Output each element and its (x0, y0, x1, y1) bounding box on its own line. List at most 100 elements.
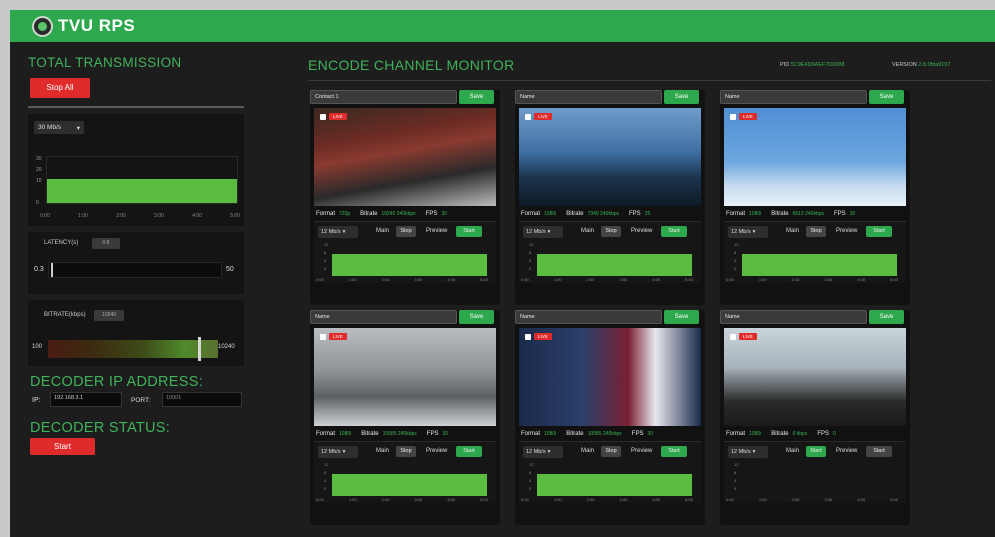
chevron-down-icon: ▾ (342, 229, 346, 235)
save-button[interactable]: Save (459, 90, 494, 104)
rate-select-value: 12 Mb/s (526, 229, 546, 235)
bitrate-panel: BITRATE(kbps) 10240 100 10240 (28, 300, 244, 366)
format-label: Format (316, 210, 336, 217)
y-tick: 12 (734, 462, 739, 467)
channel-name-input[interactable]: Name (515, 310, 662, 324)
video-preview[interactable]: LIVE (314, 108, 496, 206)
channel-name-input[interactable]: Contact 1 (310, 90, 457, 104)
slider-handle[interactable] (198, 337, 201, 361)
rate-select[interactable]: 12 Mb/s ▾ (728, 446, 768, 458)
latency-slider[interactable] (48, 262, 222, 278)
preview-start-button[interactable]: Start (661, 446, 687, 457)
video-preview[interactable]: LIVE (314, 328, 496, 426)
rate-select-value: 12 Mb/s (321, 229, 341, 235)
main-label: Main (786, 448, 800, 454)
y-tick: 4 (734, 478, 737, 483)
video-preview[interactable]: LIVE (724, 108, 906, 206)
channel-name-input[interactable]: Name (720, 310, 867, 324)
preview-start-button[interactable]: Start (866, 446, 892, 457)
channel-name-input[interactable]: Name (310, 310, 457, 324)
rate-select[interactable]: 12 Mb/s ▾ (318, 226, 358, 238)
stop-all-button[interactable]: Stop All (30, 78, 90, 98)
x-axis: 0:00 1:00 2:00 3:00 4:00 5:00 (40, 213, 240, 219)
x-tick: 5:00 (685, 277, 693, 282)
save-button[interactable]: Save (664, 310, 699, 324)
checkbox-icon[interactable] (320, 333, 326, 340)
save-button[interactable]: Save (869, 310, 904, 324)
latency-value[interactable]: 0.8 (92, 238, 120, 249)
format-label: Format (726, 210, 746, 217)
video-preview[interactable]: LIVE (519, 108, 701, 206)
live-indicator: LIVE (320, 333, 347, 340)
chevron-down-icon: ▾ (547, 229, 551, 235)
decoder-start-button[interactable]: Start (30, 438, 95, 455)
version-value: 2.8.0fda9197 (918, 62, 951, 68)
app-window: TVU RPS TOTAL TRANSMISSION Stop All 30 M… (10, 10, 995, 537)
decoder-ip-title: DECODER IP ADDRESS: (30, 374, 204, 390)
y-tick: 10 (36, 178, 42, 184)
live-badge: LIVE (739, 333, 757, 340)
preview-start-button[interactable]: Start (866, 226, 892, 237)
video-preview[interactable]: LIVE (724, 328, 906, 426)
channel-card: Name Save LIVE Format 1080i Bitrate 7340 240kb… (515, 90, 705, 305)
save-button[interactable]: Save (664, 90, 699, 104)
rate-select[interactable]: 30 Mb/s ▾ (34, 121, 84, 134)
x-tick: 1:00 (553, 277, 562, 282)
main-stop-button[interactable]: Stop (601, 446, 621, 457)
bitrate-bar (332, 254, 487, 276)
checkbox-icon[interactable] (730, 113, 736, 120)
port-input[interactable]: 10001 (162, 392, 242, 407)
app-title: TVU RPS (58, 16, 136, 35)
video-preview[interactable]: LIVE (519, 328, 701, 426)
rate-select[interactable]: 12 Mb/s ▾ (523, 446, 563, 458)
x-tick: 2:00 (791, 497, 800, 502)
main-stop-button[interactable]: Stop (396, 226, 416, 237)
save-button[interactable]: Save (869, 90, 904, 104)
preview-start-button[interactable]: Start (456, 226, 482, 237)
checkbox-icon[interactable] (525, 113, 531, 120)
live-badge: LIVE (329, 113, 347, 120)
live-indicator: LIVE (525, 333, 552, 340)
slider-handle[interactable] (51, 263, 53, 277)
rate-select[interactable]: 12 Mb/s ▾ (728, 226, 768, 238)
main-stop-button[interactable]: Start (806, 446, 826, 457)
main-stop-button[interactable]: Stop (806, 226, 826, 237)
preview-label: Preview (631, 228, 653, 234)
x-axis: 0:00 1:00 2:00 3:00 4:00 5:00 (726, 497, 898, 502)
y-tick: 0 (734, 266, 737, 271)
bitrate-value[interactable]: 10240 (94, 310, 124, 321)
channel-controls: 12 Mb/s ▾ Main Start Preview Start 12 8 4 0 0:00 1:… (724, 441, 906, 503)
bitrate-chart: 12 8 4 0 (529, 242, 695, 276)
channel-card: Name Save LIVE Format 1080i Bitrate 10085 240k… (515, 310, 705, 525)
checkbox-icon[interactable] (320, 113, 326, 120)
x-tick: 1:00 (348, 277, 357, 282)
stream-info: Format 720p Bitrate 10240 240kbps FPS 30 (314, 208, 496, 219)
pid-value: 5C9E4D6AEF7D0088 (790, 62, 845, 68)
main-stop-button[interactable]: Stop (396, 446, 416, 457)
channel-name-input[interactable]: Name (720, 90, 867, 104)
bitrate-label: Bitrate (361, 430, 379, 437)
chevron-down-icon: ▾ (342, 449, 346, 455)
bitrate-chart: 12 8 4 0 (734, 242, 900, 276)
channel-card: Name Save LIVE Format 1080i Bitrate 10085 240k… (310, 310, 500, 525)
pid-info: PID 5C9E4D6AEF7D0088 (780, 62, 845, 68)
preview-start-button[interactable]: Start (661, 226, 687, 237)
channel-name-input[interactable]: Name (515, 90, 662, 104)
y-tick: 20 (36, 167, 42, 173)
checkbox-icon[interactable] (525, 333, 531, 340)
main-stop-button[interactable]: Stop (601, 226, 621, 237)
rate-select[interactable]: 12 Mb/s ▾ (523, 226, 563, 238)
main-label: Main (581, 228, 595, 234)
live-indicator: LIVE (525, 113, 552, 120)
bitrate-value: 10240 240kbps (381, 210, 416, 217)
x-tick: 3:00 (154, 213, 164, 219)
bitrate-label: BITRATE(kbps) (44, 312, 86, 318)
checkbox-icon[interactable] (730, 333, 736, 340)
ip-input[interactable]: 192.168.3.1 (50, 392, 122, 407)
bitrate-slider[interactable] (48, 337, 218, 361)
rate-select-value: 12 Mb/s (321, 449, 341, 455)
save-button[interactable]: Save (459, 310, 494, 324)
preview-start-button[interactable]: Start (456, 446, 482, 457)
x-tick: 3:00 (619, 277, 628, 282)
rate-select[interactable]: 12 Mb/s ▾ (318, 446, 358, 458)
